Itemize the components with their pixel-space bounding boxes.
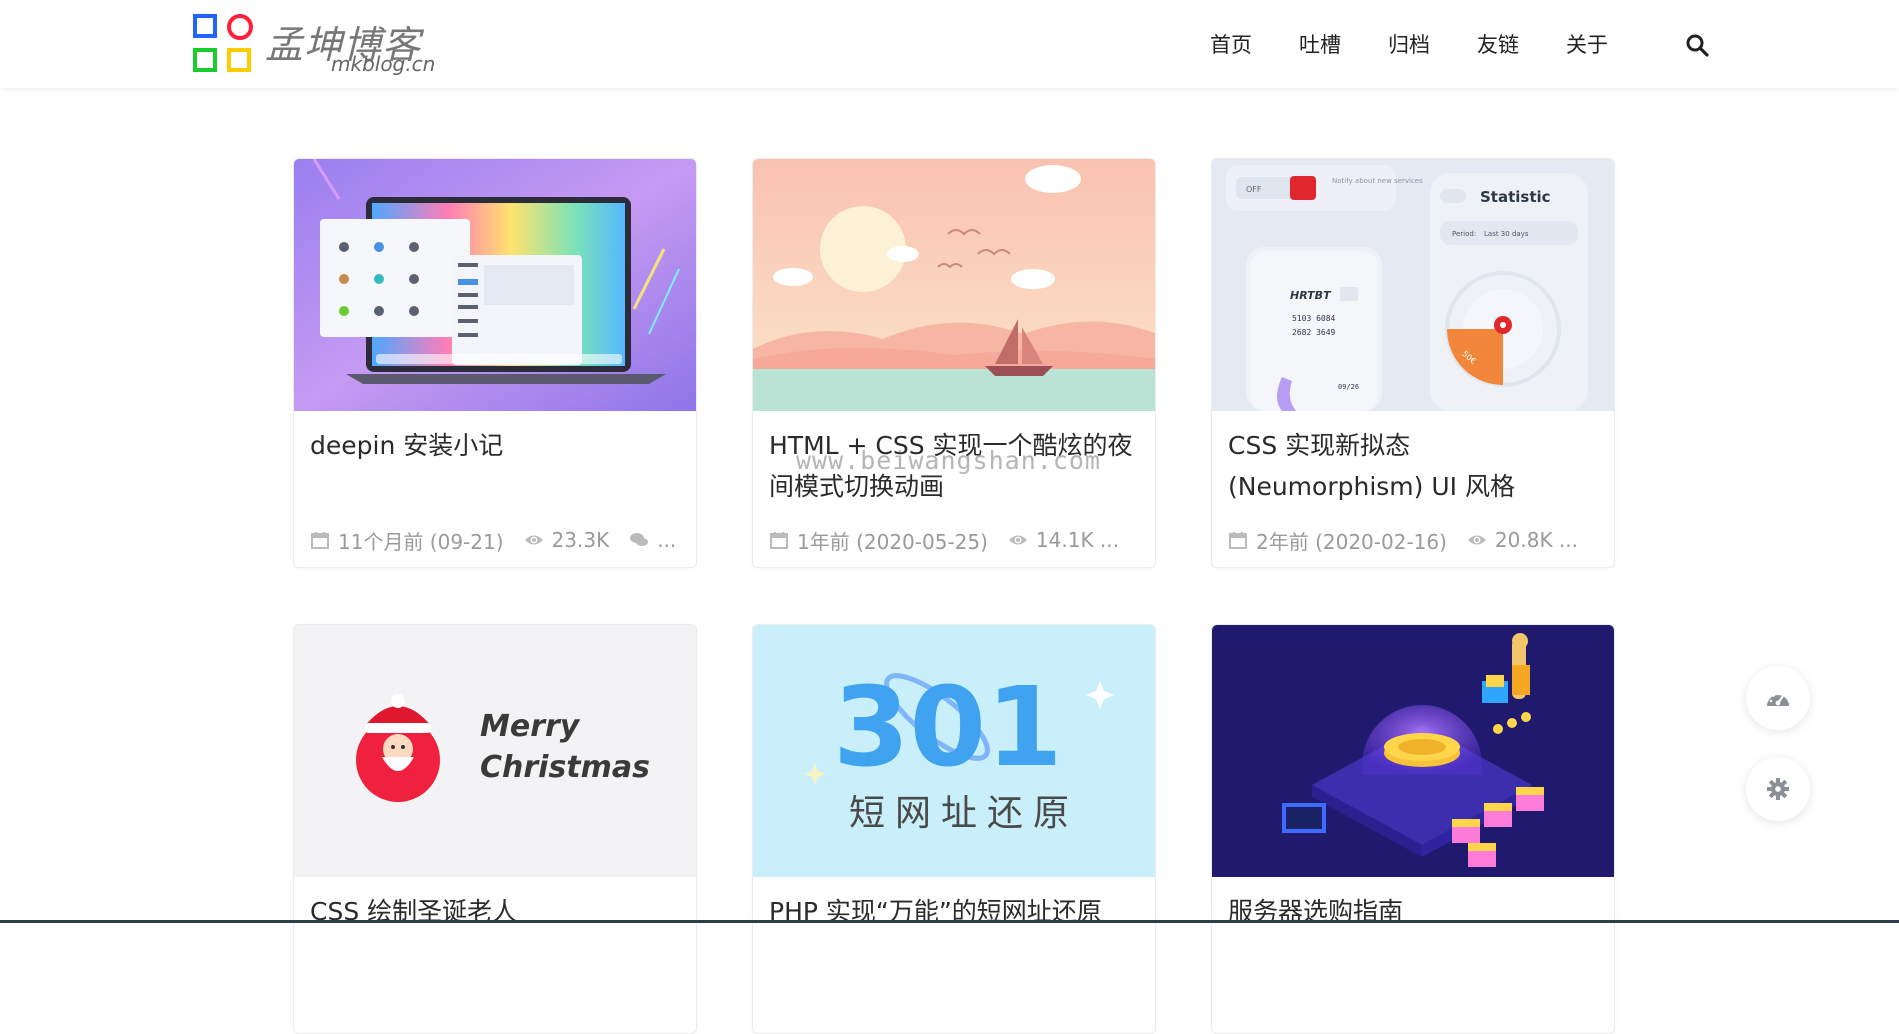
post-title[interactable]: 服务器选购指南 (1228, 891, 1604, 932)
settings-button[interactable] (1746, 757, 1810, 821)
nav-links[interactable]: 友链 (1477, 29, 1519, 59)
post-thumbnail[interactable]: 301 短网址还原 (753, 625, 1156, 877)
post-thumbnail[interactable]: Merry Christmas (294, 625, 697, 877)
nav-archive[interactable]: 归档 (1388, 29, 1430, 59)
search-icon[interactable] (1685, 33, 1709, 57)
eye-icon (1467, 535, 1486, 545)
post-card-night-mode[interactable]: HTML + CSS 实现一个酷炫的夜间模式切换动画 1年前 (2020-05-… (752, 158, 1156, 568)
eye-icon (1008, 535, 1027, 545)
post-meta: 2年前 (2020-02-16) 20.8K ... (1228, 525, 1604, 555)
watermark-text: www.beiwangshan.com (796, 446, 1101, 475)
theme-toggle-button[interactable] (1746, 666, 1810, 730)
post-card-server-guide[interactable]: 服务器选购指南 (1211, 624, 1615, 1034)
calendar-icon (1229, 532, 1247, 549)
post-date: 1年前 (2020-05-25) (797, 529, 988, 554)
post-meta: 1年前 (2020-05-25) 14.1K ... (769, 525, 1145, 555)
eye-icon (524, 535, 543, 545)
post-thumbnail[interactable] (753, 159, 1156, 411)
post-thumbnail[interactable]: OFF Notify about new services HRTBT 5103… (1212, 159, 1615, 411)
post-card-santa[interactable]: Merry Christmas CSS 绘制圣诞老人 (293, 624, 697, 1034)
post-title[interactable]: CSS 实现新拟态(Neumorphism) UI 风格 (1228, 425, 1604, 507)
post-thumbnail[interactable] (1212, 625, 1615, 877)
post-thumbnail[interactable] (294, 159, 697, 411)
post-views: 20.8K ... (1494, 528, 1578, 552)
calendar-icon (311, 532, 329, 549)
gear-icon (1767, 778, 1789, 800)
post-views: 14.1K ... (1035, 528, 1119, 552)
svg-text:301: 301 (833, 663, 1063, 791)
post-title[interactable]: CSS 绘制圣诞老人 (310, 891, 686, 932)
nav-tucao[interactable]: 吐槽 (1299, 29, 1341, 59)
logo-mark-icon (193, 14, 255, 76)
svg-text:短网址还原: 短网址还原 (849, 793, 1079, 834)
post-comments: ... (657, 528, 677, 552)
calendar-icon (770, 532, 788, 549)
svg-text:OFF: OFF (1246, 185, 1262, 194)
nav-about[interactable]: 关于 (1566, 29, 1608, 59)
svg-text:Notify about new services: Notify about new services (1332, 177, 1423, 185)
main-nav: 首页 吐槽 归档 友链 关于 (1210, 24, 1655, 64)
svg-text:5103 6084: 5103 6084 (1292, 314, 1336, 323)
svg-text:Period:: Period: (1452, 230, 1476, 238)
svg-text:2682 3649: 2682 3649 (1292, 328, 1336, 337)
post-title[interactable]: deepin 安装小记 (310, 425, 686, 466)
logo-subtitle: mkblog.cn (331, 52, 436, 76)
svg-text:Last 30 days: Last 30 days (1484, 230, 1529, 238)
svg-text:09/26: 09/26 (1338, 383, 1359, 391)
post-views: 23.3K (551, 528, 610, 552)
post-card-neumorphism[interactable]: OFF Notify about new services HRTBT 5103… (1211, 158, 1615, 568)
post-card-deepin[interactable]: deepin 安装小记 11个月前 (09-21) 23.3K ... (293, 158, 697, 568)
post-title[interactable]: PHP 实现“万能”的短网址还原 (769, 891, 1145, 932)
site-logo[interactable]: 孟坤博客 mkblog.cn (193, 14, 453, 76)
svg-text:Christmas: Christmas (480, 750, 650, 785)
post-meta: 11个月前 (09-21) 23.3K ... (310, 525, 686, 555)
comments-icon (630, 533, 649, 546)
dashboard-icon (1767, 692, 1789, 706)
svg-text:Statistic: Statistic (1480, 188, 1551, 206)
post-date: 11个月前 (09-21) (338, 529, 504, 554)
svg-text:HRTBT: HRTBT (1290, 289, 1332, 302)
svg-text:Merry: Merry (480, 709, 581, 744)
post-card-short-url[interactable]: 301 短网址还原 PHP 实现“万能”的短网址还原 (752, 624, 1156, 1034)
nav-home[interactable]: 首页 (1210, 29, 1252, 59)
site-header: 孟坤博客 mkblog.cn 首页 吐槽 归档 友链 关于 (0, 0, 1899, 88)
post-date: 2年前 (2020-02-16) (1256, 529, 1447, 554)
